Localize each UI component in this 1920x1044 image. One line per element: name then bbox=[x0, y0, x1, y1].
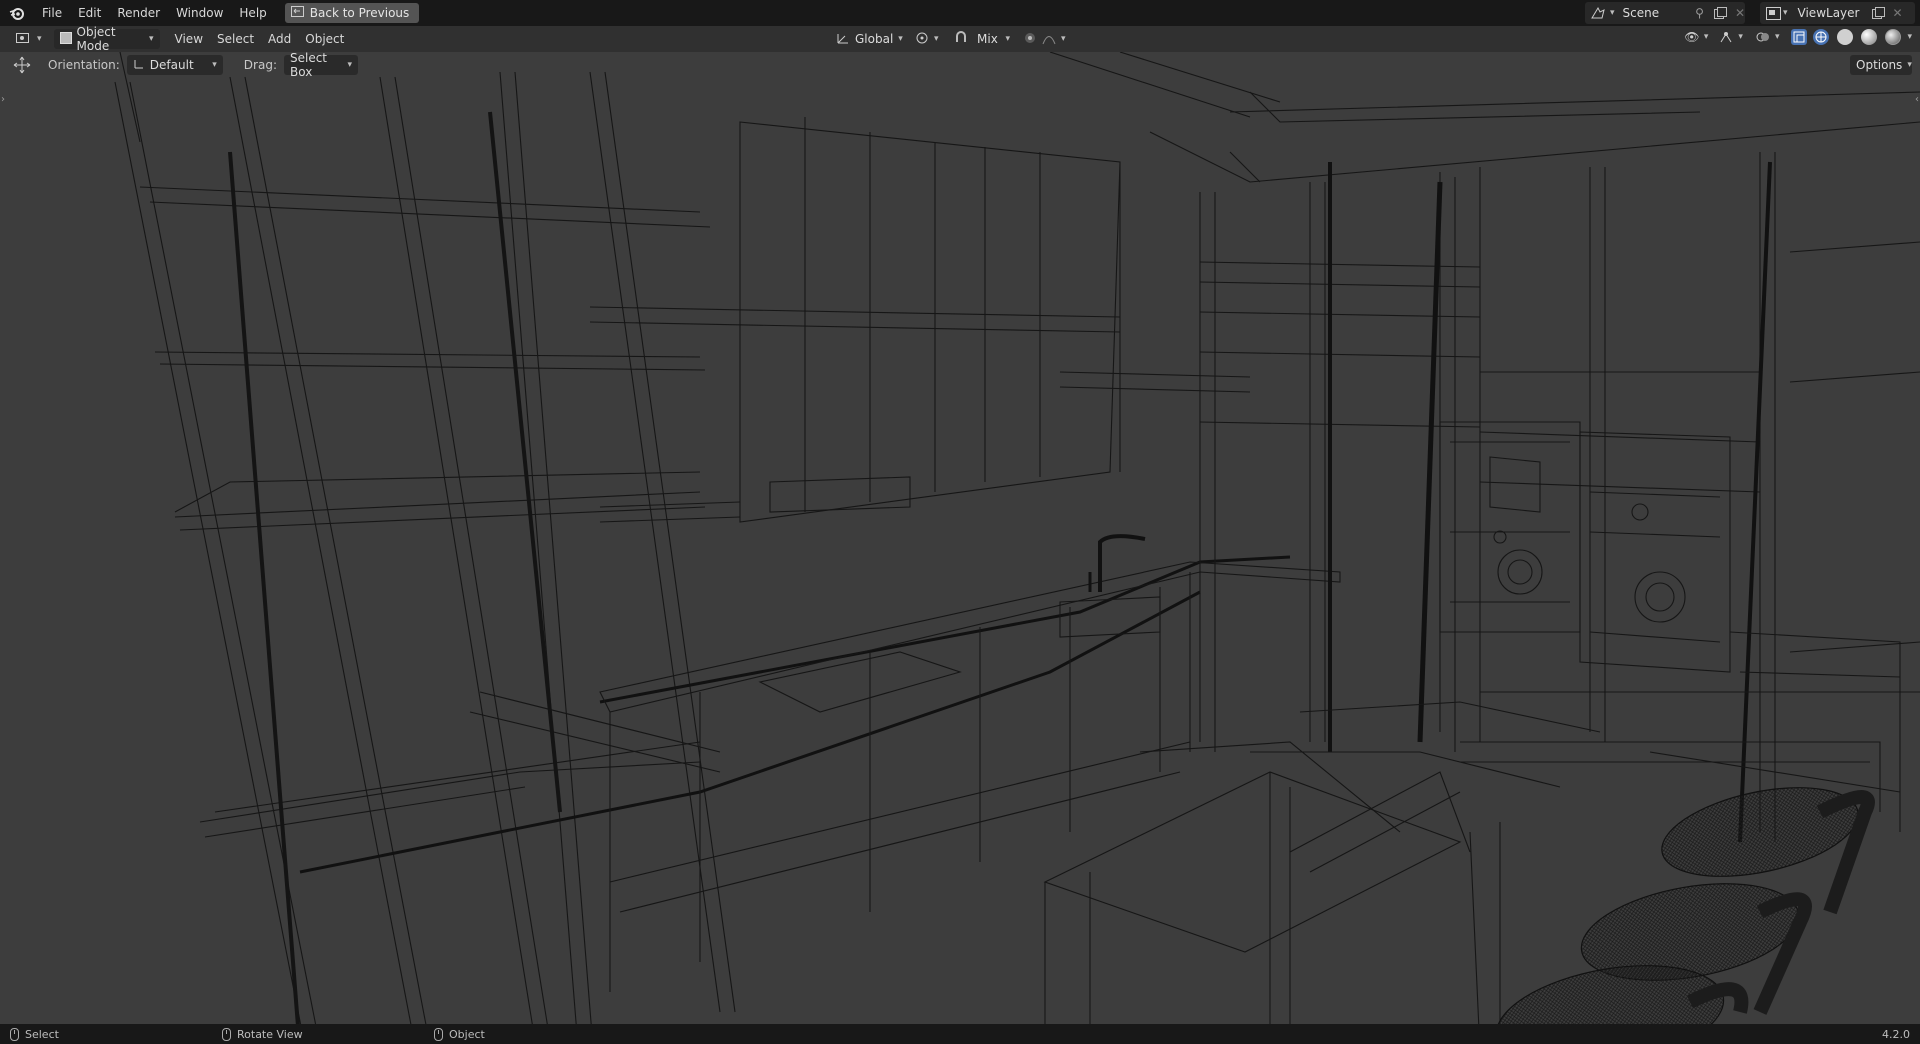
menu-help[interactable]: Help bbox=[231, 0, 274, 26]
material-shading-icon[interactable] bbox=[1861, 29, 1878, 45]
xray-icon[interactable] bbox=[1791, 29, 1808, 45]
status-rotate: Rotate View bbox=[222, 1027, 303, 1041]
status-object: Object bbox=[434, 1027, 485, 1041]
drag-value: Select Box bbox=[289, 51, 328, 79]
scene-icon bbox=[1590, 6, 1608, 20]
pivot-icon bbox=[915, 31, 929, 48]
status-select: Select bbox=[10, 1027, 59, 1041]
menu-render[interactable]: Render bbox=[109, 0, 168, 26]
orientation-icon bbox=[133, 58, 145, 73]
mouse-right-icon bbox=[434, 1027, 443, 1041]
view-layer-name: ViewLayer bbox=[1797, 6, 1860, 20]
version-label: 4.2.0 bbox=[1882, 1027, 1910, 1041]
falloff-icon bbox=[1042, 31, 1056, 48]
menu-select[interactable]: Select bbox=[210, 32, 261, 46]
status-select-label: Select bbox=[25, 1027, 59, 1041]
menu-view[interactable]: View bbox=[168, 32, 210, 46]
toolbar-expand-icon[interactable]: › bbox=[1, 94, 5, 105]
snap-mode-label: Mix bbox=[977, 32, 998, 46]
wireframe-shading-icon[interactable] bbox=[1813, 29, 1830, 45]
mouse-left-icon bbox=[10, 1027, 19, 1041]
overlay-icon[interactable] bbox=[1755, 29, 1771, 45]
back-to-previous-label: Back to Previous bbox=[309, 6, 410, 20]
proportional-editing[interactable]: ▾ bbox=[1020, 29, 1072, 49]
mouse-middle-icon bbox=[222, 1027, 231, 1041]
snap-dropdown[interactable]: Mix ▾ bbox=[948, 29, 1016, 49]
close-icon[interactable]: ✕ bbox=[1735, 6, 1745, 20]
tool-settings-bar: Orientation: Default ▾ Drag: Select Box … bbox=[0, 51, 1920, 79]
pin-icon[interactable]: ⚲ bbox=[1695, 6, 1704, 20]
scene-selector[interactable]: ▾ Scene ⚲ ✕ bbox=[1585, 2, 1745, 24]
solid-shading-icon[interactable] bbox=[1837, 29, 1854, 45]
wireframe-scene[interactable] bbox=[0, 52, 1920, 1024]
editor-type-selector[interactable]: ▾ bbox=[12, 29, 46, 49]
bar-stools bbox=[1495, 787, 1875, 1024]
menu-file[interactable]: File bbox=[34, 0, 70, 26]
pivot-point-dropdown[interactable]: ▾ bbox=[912, 29, 944, 49]
status-object-label: Object bbox=[449, 1027, 485, 1041]
visibility-icon[interactable]: 👁 bbox=[1684, 29, 1700, 45]
transform-orientation-label: Global bbox=[855, 32, 894, 46]
drag-label: Drag: bbox=[243, 58, 277, 72]
orientation-value: Default bbox=[149, 58, 194, 72]
drag-dropdown[interactable]: Select Box ▾ bbox=[283, 51, 358, 79]
options-dropdown[interactable]: Options ▾ bbox=[1850, 55, 1912, 75]
wireframe-lines bbox=[114, 52, 1920, 1024]
options-label: Options bbox=[1856, 58, 1903, 72]
object-mode-label: Object Mode bbox=[76, 25, 116, 53]
menu-window[interactable]: Window bbox=[168, 0, 231, 26]
3d-viewport[interactable]: › ‹ bbox=[0, 52, 1920, 1024]
editor-type-icon bbox=[16, 31, 32, 48]
view-layer-selector[interactable]: ▾ ViewLayer ✕ bbox=[1760, 2, 1915, 24]
top-menu-bar: File Edit Render Window Help Back to Pre… bbox=[0, 0, 1920, 26]
proportional-icon bbox=[1023, 31, 1037, 48]
blender-logo-icon[interactable] bbox=[0, 0, 34, 26]
sidebar-expand-icon[interactable]: ‹ bbox=[1915, 94, 1919, 105]
move-tool-icon[interactable] bbox=[13, 56, 31, 74]
gizmo-icon[interactable] bbox=[1718, 29, 1734, 45]
viewport-header: ▾ Object Mode ▾ View Select Add Object G… bbox=[0, 25, 1920, 53]
orientation-label: Orientation: bbox=[48, 58, 120, 72]
menu-add[interactable]: Add bbox=[261, 32, 298, 46]
transform-orientation-dropdown[interactable]: Global ▾ bbox=[830, 29, 908, 49]
duplicate-icon[interactable] bbox=[1713, 6, 1727, 20]
object-mode-icon bbox=[59, 31, 72, 47]
orientation-icon bbox=[836, 31, 850, 48]
view-layer-icon bbox=[1766, 6, 1781, 20]
snap-icon bbox=[954, 30, 968, 48]
status-rotate-label: Rotate View bbox=[237, 1027, 303, 1041]
orientation-dropdown[interactable]: Default ▾ bbox=[126, 55, 223, 75]
close-icon[interactable]: ✕ bbox=[1893, 6, 1903, 20]
rendered-shading-icon[interactable] bbox=[1885, 29, 1902, 45]
menu-object[interactable]: Object bbox=[298, 32, 351, 46]
transform-tools: Global ▾ ▾ Mix ▾ ▾ bbox=[830, 29, 1072, 49]
object-mode-dropdown[interactable]: Object Mode ▾ bbox=[53, 25, 160, 53]
status-bar: Select Rotate View Object 4.2.0 bbox=[0, 1024, 1920, 1044]
viewport-display-tools: 👁 ▾ ▾ ▾ ▾ bbox=[1684, 29, 1912, 45]
back-icon bbox=[290, 6, 304, 20]
duplicate-icon[interactable] bbox=[1871, 6, 1885, 20]
scene-name: Scene bbox=[1622, 6, 1660, 20]
back-to-previous-button[interactable]: Back to Previous bbox=[284, 3, 420, 23]
menu-edit[interactable]: Edit bbox=[70, 0, 109, 26]
